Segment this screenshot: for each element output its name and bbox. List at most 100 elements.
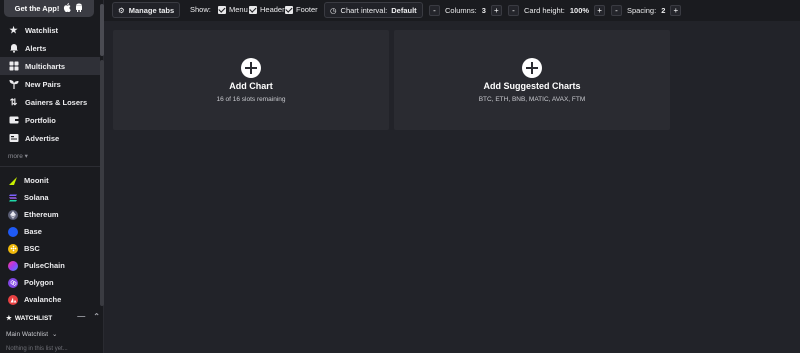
more-toggle[interactable]: more ▾	[8, 152, 28, 160]
columns-stepper: - Columns: 3 +	[429, 4, 502, 17]
sidebar-item-alerts[interactable]: Alerts	[0, 39, 100, 57]
chain-item-bsc[interactable]: BSC	[0, 240, 100, 257]
clock-icon: ◷	[330, 5, 337, 15]
sidebar-item-label: New Pairs	[25, 79, 61, 89]
show-header-label: Header	[260, 5, 285, 14]
columns-label: Columns:	[445, 6, 477, 15]
solana-icon	[8, 193, 18, 203]
spacing-stepper: - Spacing: 2 +	[611, 4, 682, 17]
polygon-icon	[8, 277, 18, 288]
chain-item-solana[interactable]: Solana	[0, 189, 100, 206]
checkbox-checked-icon	[285, 5, 293, 14]
sprout-icon	[8, 79, 19, 90]
spacing-value: 2	[661, 6, 666, 15]
chain-item-base[interactable]: Base	[0, 223, 100, 240]
chart-interval-label: Chart interval:	[340, 5, 388, 15]
multicharts-toolbar: ⚙ Manage tabs Show: Menu Header Footer ◷…	[104, 0, 800, 21]
card-subtitle: BTC, ETH, BNB, MATIC, AVAX, FTM	[478, 96, 586, 103]
app: Get the App! ★ Watchlist Alerts Multicha…	[0, 0, 800, 353]
chain-label: Polygon	[24, 278, 54, 287]
get-app-label: Get the App!	[14, 4, 60, 13]
show-footer-checkbox[interactable]: Footer	[285, 5, 318, 14]
manage-tabs-label: Manage tabs	[128, 5, 175, 15]
star-icon: ★	[6, 315, 12, 322]
sidebar-item-label: Portfolio	[25, 115, 56, 125]
minimize-icon[interactable]: —	[77, 312, 85, 321]
card-title: Add Chart	[229, 81, 273, 91]
show-footer-label: Footer	[296, 5, 318, 14]
plus-circle-icon	[522, 58, 542, 78]
manage-tabs-button[interactable]: ⚙ Manage tabs	[112, 2, 181, 18]
show-label: Show:	[190, 5, 211, 14]
chain-label: PulseChain	[24, 261, 65, 270]
sidebar-item-new-pairs[interactable]: New Pairs	[0, 75, 100, 93]
get-app-button[interactable]: Get the App!	[4, 0, 94, 17]
wallet-icon	[8, 115, 19, 126]
card-height-decrement-button[interactable]: -	[508, 5, 519, 16]
add-chart-card[interactable]: Add Chart 16 of 16 slots remaining	[113, 30, 389, 130]
sidebar-item-label: Gainers & Losers	[25, 97, 88, 107]
card-title: Add Suggested Charts	[483, 81, 581, 91]
sidebar: Get the App! ★ Watchlist Alerts Multicha…	[0, 0, 104, 353]
card-subtitle: 16 of 16 slots remaining	[216, 96, 286, 103]
columns-increment-button[interactable]: +	[490, 5, 502, 16]
watchlist-panel-header: ★ WATCHLIST — ⌃	[0, 311, 104, 325]
sidebar-divider	[0, 166, 100, 167]
arrows-updown-icon: ⇅	[9, 96, 18, 107]
chain-label: Base	[24, 227, 42, 236]
chain-item-ethereum[interactable]: Ethereum	[0, 206, 100, 223]
show-header-checkbox[interactable]: Header	[249, 5, 285, 14]
watchlist-select-value: Main Watchlist	[6, 330, 49, 338]
sidebar-nav: ★ Watchlist Alerts Multicharts New Pairs…	[0, 21, 100, 147]
chain-item-pulsechain[interactable]: PulseChain	[0, 257, 100, 274]
sidebar-item-advertise[interactable]: Advertise	[0, 129, 100, 147]
chart-interval-value: Default	[391, 5, 417, 15]
chain-label: Moonit	[24, 176, 49, 185]
spacing-increment-button[interactable]: +	[670, 5, 682, 16]
chain-item-avalanche[interactable]: Avalanche	[0, 291, 100, 308]
checkbox-checked-icon	[218, 5, 226, 14]
base-icon	[8, 226, 18, 237]
chain-label: Avalanche	[24, 295, 62, 304]
ethereum-icon	[8, 209, 18, 220]
sidebar-item-gainers-losers[interactable]: ⇅ Gainers & Losers	[0, 93, 100, 111]
chevron-down-icon: ⌄	[52, 331, 58, 338]
bsc-icon	[8, 243, 18, 254]
chart-interval-button[interactable]: ◷ Chart interval: Default	[324, 2, 423, 18]
chain-label: Solana	[24, 193, 49, 202]
chain-label: Ethereum	[24, 210, 59, 219]
sidebar-scrollbar[interactable]	[100, 60, 104, 306]
spacing-label: Spacing:	[627, 6, 657, 15]
sidebar-item-label: Advertise	[25, 133, 60, 143]
columns-value: 3	[481, 6, 486, 15]
chain-label: BSC	[24, 244, 40, 253]
card-height-value: 100%	[569, 6, 590, 15]
gear-icon: ⚙	[118, 5, 125, 15]
avalanche-icon	[8, 294, 18, 305]
sidebar-item-portfolio[interactable]: Portfolio	[0, 111, 100, 129]
card-height-label: Card height:	[524, 6, 565, 15]
chain-item-moonit[interactable]: Moonit	[0, 172, 100, 189]
collapse-icon[interactable]: ⌃	[93, 312, 100, 321]
chain-item-polygon[interactable]: Polygon	[0, 274, 100, 291]
spacing-decrement-button[interactable]: -	[611, 5, 622, 16]
add-suggested-charts-card[interactable]: Add Suggested Charts BTC, ETH, BNB, MATI…	[394, 30, 670, 130]
chevron-down-icon: ▾	[24, 153, 28, 160]
more-label: more	[8, 153, 23, 160]
pulsechain-icon	[8, 260, 18, 271]
columns-decrement-button[interactable]: -	[429, 5, 440, 16]
moonit-icon	[8, 176, 18, 186]
watchlist-select[interactable]: Main Watchlist ⌄	[6, 330, 58, 339]
sidebar-item-label: Watchlist	[25, 25, 59, 35]
watchlist-panel-title: WATCHLIST	[14, 314, 53, 322]
card-height-increment-button[interactable]: +	[594, 5, 606, 16]
sidebar-item-watchlist[interactable]: ★ Watchlist	[0, 21, 100, 39]
show-menu-label: Menu	[229, 5, 248, 14]
apple-icon	[63, 3, 72, 14]
sidebar-item-multicharts[interactable]: Multicharts	[0, 57, 100, 75]
sidebar-item-label: Alerts	[25, 43, 47, 53]
show-menu-checkbox[interactable]: Menu	[218, 5, 248, 14]
chain-list: Moonit Solana Ethereum Base BSC PulseCha…	[0, 172, 100, 308]
sidebar-item-label: Multicharts	[25, 61, 66, 71]
plus-circle-icon	[241, 58, 261, 78]
